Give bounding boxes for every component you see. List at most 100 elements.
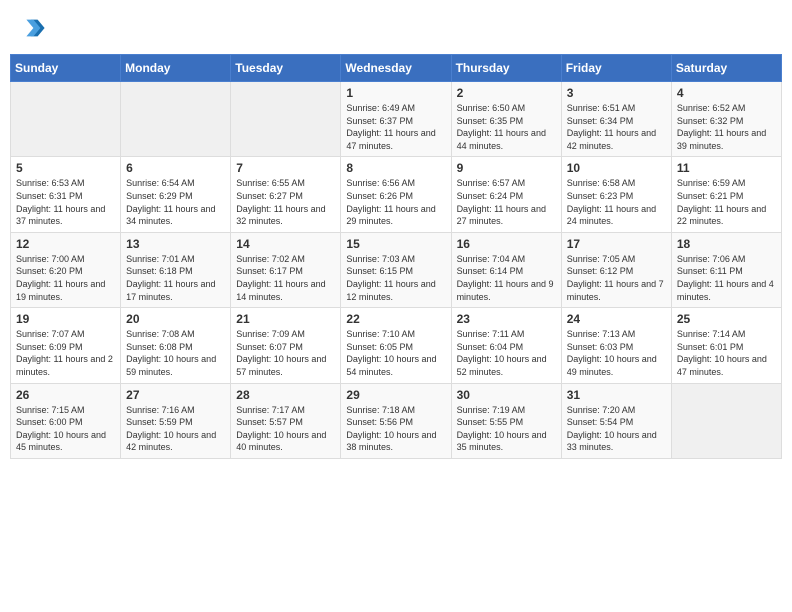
calendar-day-cell [121, 82, 231, 157]
logo-icon [18, 14, 46, 42]
day-info: Sunrise: 6:54 AM Sunset: 6:29 PM Dayligh… [126, 177, 225, 227]
day-number: 21 [236, 312, 335, 326]
calendar-day-cell: 10Sunrise: 6:58 AM Sunset: 6:23 PM Dayli… [561, 157, 671, 232]
calendar-day-cell: 1 Sunrise: 6:49 AM Sunset: 6:37 PM Daylig… [341, 82, 451, 157]
calendar-day-cell: 5 Sunrise: 6:53 AM Sunset: 6:31 PM Daylig… [11, 157, 121, 232]
calendar-day-cell: 22 Sunrise: 7:10 AM Sunset: 6:05 PM Dayli… [341, 308, 451, 383]
calendar-day-header: Saturday [671, 55, 781, 82]
day-number: 10 [567, 161, 666, 175]
calendar-day-cell: 18Sunrise: 7:06 AM Sunset: 6:11 PM Dayli… [671, 232, 781, 307]
day-number: 12 [16, 237, 115, 251]
day-number: 24 [567, 312, 666, 326]
calendar-day-cell: 3 Sunrise: 6:51 AM Sunset: 6:34 PM Daylig… [561, 82, 671, 157]
calendar-day-cell: 24Sunrise: 7:13 AM Sunset: 6:03 PM Dayli… [561, 308, 671, 383]
day-info: Sunrise: 6:59 AM Sunset: 6:21 PM Dayligh… [677, 177, 776, 227]
day-info: Sunrise: 7:11 AM Sunset: 6:04 PM Dayligh… [457, 328, 556, 378]
calendar-week-row: 12 Sunrise: 7:00 AM Sunset: 6:20 PM Dayli… [11, 232, 782, 307]
calendar-day-header: Sunday [11, 55, 121, 82]
day-number: 22 [346, 312, 445, 326]
calendar-day-header: Wednesday [341, 55, 451, 82]
calendar-day-cell: 9Sunrise: 6:57 AM Sunset: 6:24 PM Daylig… [451, 157, 561, 232]
day-number: 13 [126, 237, 225, 251]
calendar-day-cell: 28 Sunrise: 7:17 AM Sunset: 5:57 PM Dayli… [231, 383, 341, 458]
calendar-day-cell [11, 82, 121, 157]
calendar-day-cell: 31Sunrise: 7:20 AM Sunset: 5:54 PM Dayli… [561, 383, 671, 458]
day-info: Sunrise: 7:16 AM Sunset: 5:59 PM Dayligh… [126, 404, 225, 454]
day-info: Sunrise: 6:49 AM Sunset: 6:37 PM Dayligh… [346, 102, 445, 152]
day-info: Sunrise: 6:51 AM Sunset: 6:34 PM Dayligh… [567, 102, 666, 152]
calendar-table: SundayMondayTuesdayWednesdayThursdayFrid… [10, 54, 782, 459]
day-number: 28 [236, 388, 335, 402]
day-info: Sunrise: 7:00 AM Sunset: 6:20 PM Dayligh… [16, 253, 115, 303]
calendar-day-cell: 6 Sunrise: 6:54 AM Sunset: 6:29 PM Daylig… [121, 157, 231, 232]
day-number: 16 [457, 237, 556, 251]
calendar-day-cell: 30 Sunrise: 7:19 AM Sunset: 5:55 PM Dayli… [451, 383, 561, 458]
calendar-day-cell: 2 Sunrise: 6:50 AM Sunset: 6:35 PM Daylig… [451, 82, 561, 157]
day-info: Sunrise: 7:08 AM Sunset: 6:08 PM Dayligh… [126, 328, 225, 378]
day-info: Sunrise: 7:14 AM Sunset: 6:01 PM Dayligh… [677, 328, 776, 378]
page-header [10, 10, 782, 46]
day-number: 26 [16, 388, 115, 402]
day-number: 7 [236, 161, 335, 175]
calendar-day-cell: 19Sunrise: 7:07 AM Sunset: 6:09 PM Dayli… [11, 308, 121, 383]
calendar-day-cell: 17 Sunrise: 7:05 AM Sunset: 6:12 PM Dayli… [561, 232, 671, 307]
calendar-day-header: Friday [561, 55, 671, 82]
day-info: Sunrise: 7:03 AM Sunset: 6:15 PM Dayligh… [346, 253, 445, 303]
calendar-day-header: Thursday [451, 55, 561, 82]
day-number: 4 [677, 86, 776, 100]
day-number: 17 [567, 237, 666, 251]
day-info: Sunrise: 7:04 AM Sunset: 6:14 PM Dayligh… [457, 253, 556, 303]
calendar-day-cell: 26 Sunrise: 7:15 AM Sunset: 6:00 PM Dayli… [11, 383, 121, 458]
day-info: Sunrise: 7:10 AM Sunset: 6:05 PM Dayligh… [346, 328, 445, 378]
calendar-day-header: Tuesday [231, 55, 341, 82]
day-number: 8 [346, 161, 445, 175]
calendar-day-cell: 4 Sunrise: 6:52 AM Sunset: 6:32 PM Daylig… [671, 82, 781, 157]
calendar-day-cell: 20 Sunrise: 7:08 AM Sunset: 6:08 PM Dayli… [121, 308, 231, 383]
day-number: 19 [16, 312, 115, 326]
calendar-day-cell: 29Sunrise: 7:18 AM Sunset: 5:56 PM Dayli… [341, 383, 451, 458]
day-number: 20 [126, 312, 225, 326]
day-info: Sunrise: 6:57 AM Sunset: 6:24 PM Dayligh… [457, 177, 556, 227]
day-info: Sunrise: 7:01 AM Sunset: 6:18 PM Dayligh… [126, 253, 225, 303]
calendar-day-cell [231, 82, 341, 157]
day-info: Sunrise: 7:20 AM Sunset: 5:54 PM Dayligh… [567, 404, 666, 454]
calendar-day-cell: 12 Sunrise: 7:00 AM Sunset: 6:20 PM Dayli… [11, 232, 121, 307]
day-info: Sunrise: 7:05 AM Sunset: 6:12 PM Dayligh… [567, 253, 666, 303]
day-info: Sunrise: 6:53 AM Sunset: 6:31 PM Dayligh… [16, 177, 115, 227]
day-number: 5 [16, 161, 115, 175]
day-number: 1 [346, 86, 445, 100]
day-info: Sunrise: 6:55 AM Sunset: 6:27 PM Dayligh… [236, 177, 335, 227]
day-number: 14 [236, 237, 335, 251]
calendar-week-row: 26 Sunrise: 7:15 AM Sunset: 6:00 PM Dayli… [11, 383, 782, 458]
day-info: Sunrise: 7:19 AM Sunset: 5:55 PM Dayligh… [457, 404, 556, 454]
day-number: 23 [457, 312, 556, 326]
day-info: Sunrise: 7:17 AM Sunset: 5:57 PM Dayligh… [236, 404, 335, 454]
calendar-day-cell: 7 Sunrise: 6:55 AM Sunset: 6:27 PM Daylig… [231, 157, 341, 232]
day-info: Sunrise: 7:06 AM Sunset: 6:11 PM Dayligh… [677, 253, 776, 303]
day-number: 27 [126, 388, 225, 402]
day-info: Sunrise: 7:09 AM Sunset: 6:07 PM Dayligh… [236, 328, 335, 378]
day-number: 11 [677, 161, 776, 175]
calendar-day-cell: 27 Sunrise: 7:16 AM Sunset: 5:59 PM Dayli… [121, 383, 231, 458]
calendar-day-cell: 15 Sunrise: 7:03 AM Sunset: 6:15 PM Dayli… [341, 232, 451, 307]
calendar-day-cell: 21 Sunrise: 7:09 AM Sunset: 6:07 PM Dayli… [231, 308, 341, 383]
day-number: 3 [567, 86, 666, 100]
logo [18, 14, 50, 42]
day-info: Sunrise: 6:56 AM Sunset: 6:26 PM Dayligh… [346, 177, 445, 227]
day-info: Sunrise: 7:15 AM Sunset: 6:00 PM Dayligh… [16, 404, 115, 454]
day-info: Sunrise: 6:50 AM Sunset: 6:35 PM Dayligh… [457, 102, 556, 152]
day-info: Sunrise: 7:02 AM Sunset: 6:17 PM Dayligh… [236, 253, 335, 303]
calendar-day-cell: 16 Sunrise: 7:04 AM Sunset: 6:14 PM Dayli… [451, 232, 561, 307]
day-number: 30 [457, 388, 556, 402]
calendar-week-row: 19Sunrise: 7:07 AM Sunset: 6:09 PM Dayli… [11, 308, 782, 383]
calendar-day-cell: 14 Sunrise: 7:02 AM Sunset: 6:17 PM Dayli… [231, 232, 341, 307]
day-number: 2 [457, 86, 556, 100]
day-number: 6 [126, 161, 225, 175]
day-number: 15 [346, 237, 445, 251]
calendar-day-cell: 11 Sunrise: 6:59 AM Sunset: 6:21 PM Dayli… [671, 157, 781, 232]
calendar-day-header: Monday [121, 55, 231, 82]
calendar-week-row: 5 Sunrise: 6:53 AM Sunset: 6:31 PM Daylig… [11, 157, 782, 232]
calendar-day-cell [671, 383, 781, 458]
day-info: Sunrise: 6:52 AM Sunset: 6:32 PM Dayligh… [677, 102, 776, 152]
calendar-day-cell: 8 Sunrise: 6:56 AM Sunset: 6:26 PM Daylig… [341, 157, 451, 232]
